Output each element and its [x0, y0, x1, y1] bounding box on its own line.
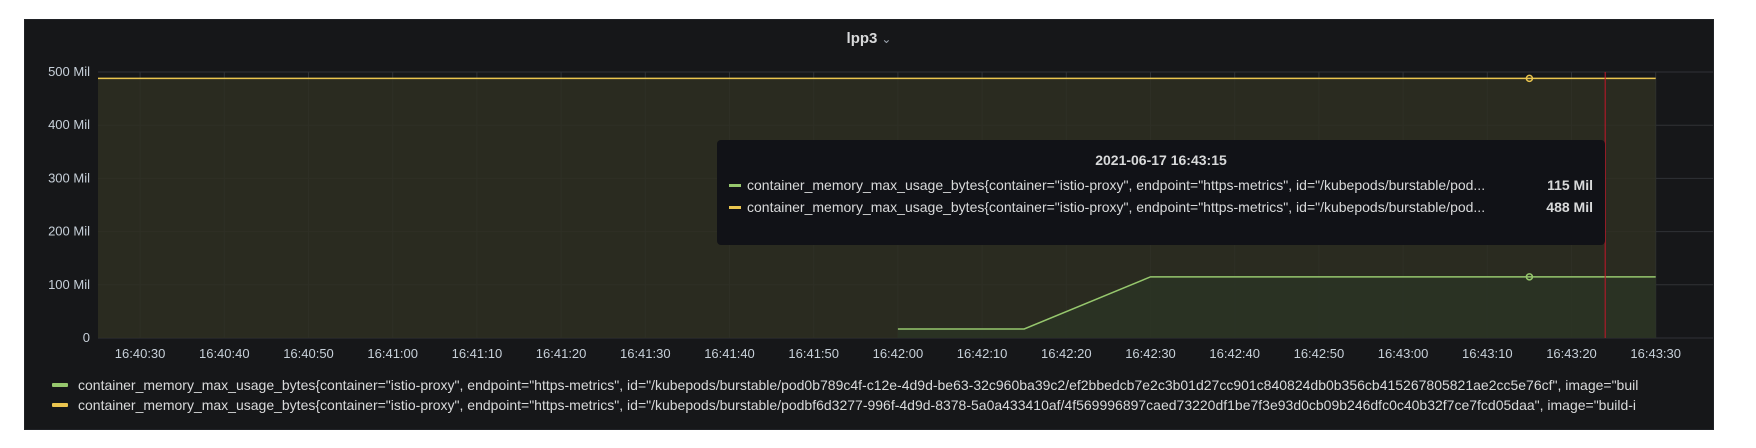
tooltip-series-value: 488 Mil: [1546, 199, 1593, 215]
legend-swatch: [52, 383, 68, 387]
y-tick-label: 100 Mil: [48, 277, 90, 292]
x-axis: 16:40:30 16:40:40 16:40:50 16:41:00 16:41:10…: [115, 346, 1681, 361]
y-tick-label: 300 Mil: [48, 170, 90, 185]
legend-series-name: container_memory_max_usage_bytes{contain…: [78, 377, 1639, 393]
y-tick-label: 400 Mil: [48, 117, 90, 132]
x-tick-label: 16:42:30: [1125, 346, 1176, 361]
legend-series-name: container_memory_max_usage_bytes{contain…: [78, 397, 1637, 413]
x-tick-label: 16:42:10: [957, 346, 1008, 361]
x-tick-label: 16:42:20: [1041, 346, 1092, 361]
x-tick-label: 16:43:30: [1630, 346, 1681, 361]
tooltip-series-value: 115 Mil: [1547, 177, 1593, 193]
x-tick-label: 16:43:10: [1462, 346, 1513, 361]
x-tick-label: 16:40:30: [115, 346, 166, 361]
legend: container_memory_max_usage_bytes{contain…: [52, 375, 1702, 415]
legend-item[interactable]: container_memory_max_usage_bytes{contain…: [52, 375, 1702, 395]
y-axis: 0 100 Mil 200 Mil 300 Mil 400 Mil 500 Mil: [48, 64, 90, 345]
tooltip-row: container_memory_max_usage_bytes{contain…: [729, 174, 1593, 196]
x-tick-label: 16:40:40: [199, 346, 250, 361]
tooltip-series-name: container_memory_max_usage_bytes{contain…: [747, 199, 1486, 215]
tooltip-time: 2021-06-17 16:43:15: [1095, 152, 1227, 168]
x-tick-label: 16:40:50: [283, 346, 334, 361]
y-tick-label: 200 Mil: [48, 224, 90, 239]
x-tick-label: 16:43:20: [1546, 346, 1597, 361]
tooltip-row: container_memory_max_usage_bytes{contain…: [729, 196, 1593, 218]
x-tick-label: 16:43:00: [1378, 346, 1429, 361]
x-tick-label: 16:41:20: [536, 346, 587, 361]
legend-swatch: [52, 403, 68, 407]
x-tick-label: 16:41:10: [452, 346, 503, 361]
x-tick-label: 16:42:50: [1294, 346, 1345, 361]
tooltip: 2021-06-17 16:43:15 container_memory_max…: [717, 140, 1605, 245]
x-tick-label: 16:42:00: [873, 346, 924, 361]
y-tick-label: 500 Mil: [48, 64, 90, 79]
x-tick-label: 16:41:00: [367, 346, 418, 361]
x-tick-label: 16:41:30: [620, 346, 671, 361]
x-tick-label: 16:41:50: [788, 346, 839, 361]
tooltip-series-name: container_memory_max_usage_bytes{contain…: [747, 177, 1486, 193]
y-tick-label: 0: [83, 330, 90, 345]
graph-panel: lpp3 ⌄ 0 100 Mil 200 Mil 300 Mil 400 Mil 500 M…: [24, 19, 1714, 430]
series-swatch: [729, 205, 741, 209]
series-swatch: [729, 183, 741, 187]
x-tick-label: 16:41:40: [704, 346, 755, 361]
x-tick-label: 16:42:40: [1209, 346, 1260, 361]
legend-item[interactable]: container_memory_max_usage_bytes{contain…: [52, 395, 1702, 415]
